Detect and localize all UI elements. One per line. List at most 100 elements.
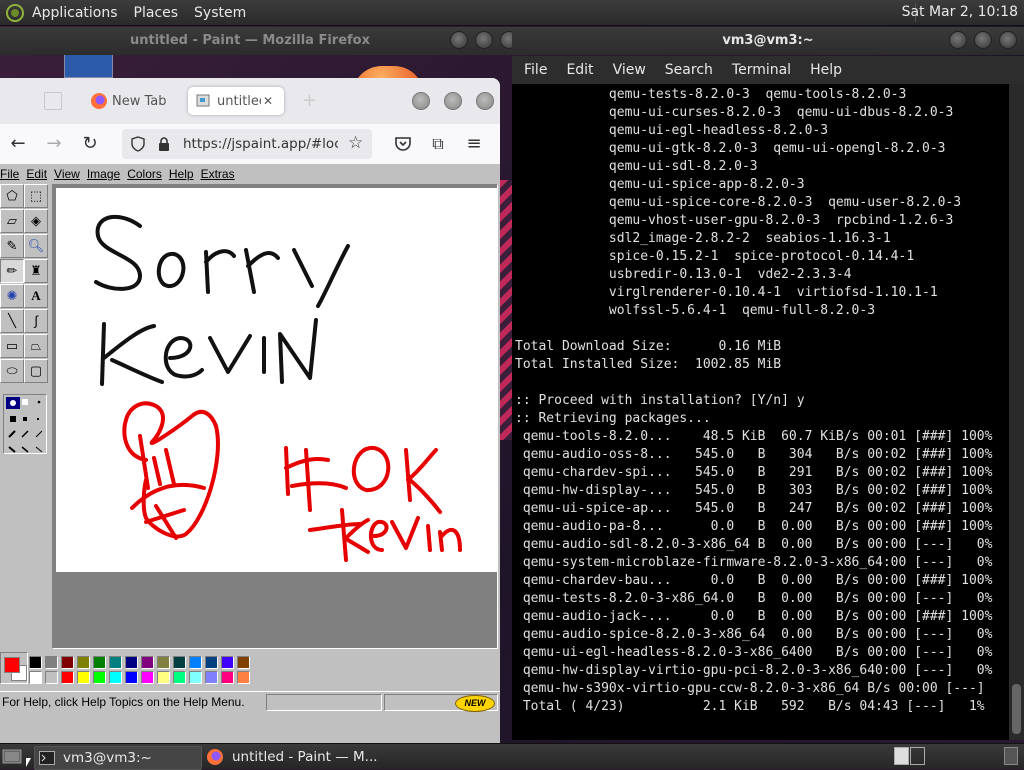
back-icon[interactable]: ← — [6, 132, 30, 156]
palette-swatch[interactable] — [29, 671, 42, 684]
terminal-menu-search[interactable]: Search — [665, 62, 713, 78]
palette-swatch[interactable] — [45, 656, 58, 669]
taskbar-terminal[interactable]: vm3@vm3:~ — [34, 746, 202, 770]
drawing-canvas[interactable] — [56, 188, 498, 572]
clock[interactable]: Sat Mar 2, 10:18 — [902, 4, 1018, 20]
current-colors[interactable] — [0, 652, 28, 684]
palette-swatch[interactable] — [61, 671, 74, 684]
palette-swatch[interactable] — [141, 656, 154, 669]
paint-menu-colors[interactable]: Colors — [127, 167, 162, 181]
canvas-area[interactable] — [52, 184, 498, 649]
minimize-button[interactable] — [949, 31, 967, 49]
brush-icon[interactable]: ♜ — [24, 259, 48, 283]
polygon-icon[interactable]: ⏢ — [24, 334, 48, 358]
minimize-button[interactable] — [450, 31, 468, 49]
palette-swatch[interactable] — [173, 671, 186, 684]
minimize-button[interactable] — [412, 92, 430, 110]
color-picker-icon[interactable]: ✎ — [0, 234, 24, 258]
tool-options[interactable] — [3, 394, 47, 454]
palette-swatch[interactable] — [205, 656, 218, 669]
palette-swatch[interactable] — [173, 656, 186, 669]
pocket-icon[interactable] — [394, 136, 412, 152]
text-tool-icon[interactable]: A — [24, 284, 48, 308]
firefox-titlebar[interactable]: untitled - Paint — Mozilla Firefox — [0, 27, 518, 55]
distro-logo-icon[interactable] — [6, 3, 24, 22]
trash-icon[interactable] — [1004, 747, 1018, 765]
airbrush-icon[interactable]: ✺ — [0, 284, 24, 308]
paint-menu-extras[interactable]: Extras — [201, 167, 235, 181]
pencil-icon[interactable]: ✏︎ — [0, 259, 24, 283]
free-select-icon[interactable]: ⬠ — [0, 184, 24, 208]
close-button[interactable] — [999, 31, 1017, 49]
paint-menu-file[interactable]: File — [0, 167, 19, 181]
new-tab-plus-icon[interactable]: + — [302, 90, 317, 111]
terminal-menu-edit[interactable]: Edit — [566, 62, 593, 78]
maximize-button[interactable] — [475, 31, 493, 49]
close-button[interactable] — [476, 92, 494, 110]
eraser-icon[interactable]: ▱ — [0, 209, 24, 233]
paint-menu-edit[interactable]: Edit — [26, 167, 47, 181]
workspace-2[interactable] — [910, 747, 925, 765]
palette-swatch[interactable] — [109, 671, 122, 684]
menu-icon[interactable]: ≡ — [462, 132, 486, 156]
forward-icon[interactable]: → — [42, 132, 66, 156]
ellipse-icon[interactable]: ⬭ — [0, 359, 24, 383]
rounded-rectangle-icon[interactable]: ▢ — [24, 359, 48, 383]
terminal-menu-terminal[interactable]: Terminal — [732, 62, 791, 78]
palette-swatch[interactable] — [45, 671, 58, 684]
palette-swatch[interactable] — [237, 656, 250, 669]
paint-menu-help[interactable]: Help — [169, 167, 194, 181]
palette-swatch[interactable] — [237, 671, 250, 684]
tab-close-icon[interactable]: ✕ — [263, 94, 273, 108]
palette-swatch[interactable] — [125, 671, 138, 684]
extensions-icon[interactable]: ⧉ — [426, 132, 450, 156]
star-icon[interactable]: ☆ — [348, 133, 363, 153]
paint-menu-view[interactable]: View — [54, 167, 80, 181]
foreground-color-swatch[interactable] — [4, 657, 20, 673]
show-desktop-icon[interactable] — [2, 747, 22, 765]
paint-menu-image[interactable]: Image — [87, 167, 120, 181]
palette-swatch[interactable] — [61, 656, 74, 669]
palette-swatch[interactable] — [109, 656, 122, 669]
scrollbar-thumb[interactable] — [1012, 684, 1021, 734]
palette-swatch[interactable] — [157, 656, 170, 669]
lock-icon[interactable] — [157, 136, 171, 152]
terminal-menu-help[interactable]: Help — [810, 62, 842, 78]
palette-swatch[interactable] — [29, 656, 42, 669]
desktop-icon-thumbnail[interactable] — [64, 54, 113, 78]
tab-untitled[interactable]: untitled ✕ — [188, 87, 284, 115]
magnifier-icon[interactable]: 🔍︎ — [24, 234, 48, 258]
maximize-button[interactable] — [974, 31, 992, 49]
taskbar-firefox[interactable]: untitled - Paint — M... — [204, 746, 394, 768]
terminal-menu-file[interactable]: File — [524, 62, 547, 78]
reload-icon[interactable]: ↻ — [78, 132, 102, 156]
palette-swatch[interactable] — [93, 656, 106, 669]
palette-swatch[interactable] — [77, 671, 90, 684]
menu-system[interactable]: System — [194, 5, 246, 21]
new-badge[interactable]: NEW — [455, 695, 495, 712]
terminal-scrollbar[interactable] — [1009, 84, 1024, 740]
palette-swatch[interactable] — [205, 671, 218, 684]
palette-swatch[interactable] — [77, 656, 90, 669]
palette-swatch[interactable] — [221, 671, 234, 684]
fill-bucket-icon[interactable]: ◈ — [24, 209, 48, 233]
tab-overview-icon[interactable] — [44, 92, 62, 110]
palette-swatch[interactable] — [141, 671, 154, 684]
tab-new-tab[interactable]: New Tab — [84, 87, 176, 115]
brush-size-options-icon[interactable] — [4, 395, 46, 453]
url-bar[interactable]: https://jspaint.app/#local ☆ — [122, 129, 372, 159]
palette-swatch[interactable] — [157, 671, 170, 684]
line-icon[interactable]: ╲ — [0, 309, 24, 333]
terminal-titlebar[interactable]: vm3@vm3:~ — [512, 27, 1024, 55]
menu-applications[interactable]: Applications — [32, 5, 118, 21]
palette-swatch[interactable] — [125, 656, 138, 669]
rectangle-icon[interactable]: ▭ — [0, 334, 24, 358]
workspace-1[interactable] — [894, 747, 909, 765]
palette-swatch[interactable] — [221, 656, 234, 669]
terminal-menu-view[interactable]: View — [613, 62, 646, 78]
terminal-output[interactable]: qemu-tests-8.2.0-3 qemu-tools-8.2.0-3 qe… — [512, 84, 1009, 740]
palette-swatch[interactable] — [93, 671, 106, 684]
palette-swatch[interactable] — [189, 656, 202, 669]
url-text[interactable]: https://jspaint.app/#local — [183, 136, 338, 152]
palette-swatch[interactable] — [189, 671, 202, 684]
